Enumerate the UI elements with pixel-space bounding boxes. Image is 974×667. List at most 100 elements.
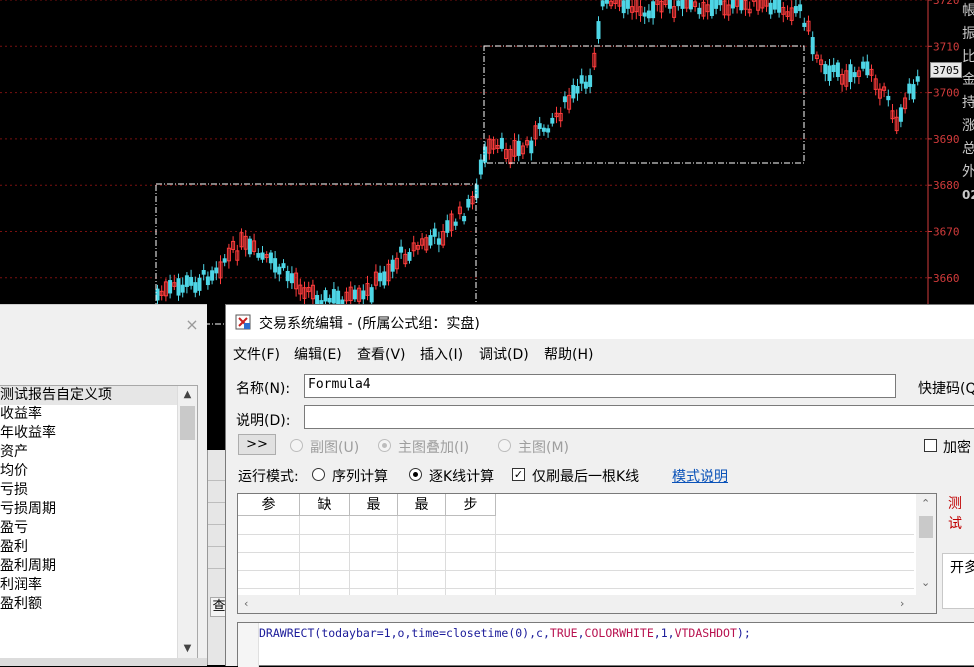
candle-body: [915, 76, 920, 82]
candle-body: [886, 95, 891, 101]
per-bar-mode-radio[interactable]: [409, 468, 422, 481]
list-item[interactable]: 利润率: [0, 576, 178, 595]
scroll-thumb[interactable]: [180, 406, 195, 440]
report-items-list[interactable]: 测试报告自定义项 收益率 年收益率 资产 均价 亏损 亏损周期 盈亏 盈利 盈利…: [0, 385, 198, 659]
menu-bar: 文件(F) 编辑(E) 查看(V) 插入(I) 调试(D) 帮助(H): [226, 341, 974, 363]
list-item[interactable]: 盈利周期: [0, 557, 178, 576]
col-divider: [445, 516, 446, 596]
candle-body: [810, 37, 815, 55]
list-item[interactable]: 盈利: [0, 538, 178, 557]
candle-body: [651, 1, 656, 19]
name-label: 名称(N):: [236, 381, 291, 397]
menu-debug[interactable]: 调试(D): [479, 344, 529, 364]
code-line[interactable]: DRAWRECT(todaybar=1,o,time=closetime(0),…: [259, 626, 751, 640]
param-header-min[interactable]: 最: [350, 494, 398, 516]
candle-body: [214, 267, 219, 274]
row-divider: [238, 534, 914, 535]
param-header-name[interactable]: 参: [238, 494, 300, 516]
candle-body: [428, 235, 433, 246]
menu-view[interactable]: 查看(V): [357, 344, 406, 364]
code-token: TRUE: [549, 626, 578, 640]
param-horizontal-scrollbar[interactable]: ‹ ›: [238, 595, 936, 613]
menu-edit[interactable]: 编辑(E): [294, 344, 342, 364]
candle-body: [600, 0, 605, 7]
candle-body: [793, 6, 798, 14]
scroll-down-icon[interactable]: ▼: [178, 640, 197, 658]
axis-tick-label: 3710: [933, 40, 960, 53]
scroll-down-icon[interactable]: ⌄: [921, 576, 930, 589]
code-token: todaybar: [321, 626, 377, 640]
info-char: 持: [962, 95, 974, 111]
main-overlay-radio[interactable]: [378, 439, 391, 452]
parameter-table[interactable]: 参 缺 最 最 步 ⌃ ⌄ ‹ ›: [237, 493, 937, 614]
formula-code-editor[interactable]: DRAWRECT(todaybar=1,o,time=closetime(0),…: [237, 622, 974, 667]
candle-body: [798, 4, 803, 12]
code-token: c: [536, 626, 543, 640]
candle-body: [688, 0, 693, 10]
candle-body: [273, 258, 278, 273]
list-item[interactable]: 盈利额: [0, 595, 178, 614]
list-item[interactable]: 亏损: [0, 481, 178, 500]
candle-body: [382, 271, 387, 286]
candle-body: [327, 297, 332, 303]
list-item[interactable]: 年收益率: [0, 424, 178, 443]
menu-help[interactable]: 帮助(H): [544, 344, 593, 364]
list-item[interactable]: 盈亏: [0, 519, 178, 538]
menu-file[interactable]: 文件(F): [233, 344, 280, 364]
last-bar-only-checkbox[interactable]: ✓: [512, 468, 525, 481]
close-button[interactable]: ×: [180, 313, 204, 337]
description-input[interactable]: [304, 405, 974, 429]
open-long-box[interactable]: 开多: [942, 553, 974, 609]
encrypt-label: 加密: [943, 440, 971, 456]
candle-body: [399, 246, 404, 253]
candle-body: [642, 12, 647, 17]
list-item[interactable]: 均价: [0, 462, 178, 481]
scroll-right-icon[interactable]: ›: [900, 597, 904, 610]
candle-body: [898, 107, 903, 122]
list-item[interactable]: 资产: [0, 443, 178, 462]
scroll-left-icon[interactable]: ‹: [244, 597, 248, 610]
candle-body: [848, 64, 853, 83]
list-item[interactable]: 亏损周期: [0, 500, 178, 519]
candle-body: [739, 0, 744, 11]
candle-body: [697, 7, 702, 15]
candle-body: [772, 0, 777, 10]
candle-body: [537, 123, 542, 130]
candle-body: [193, 282, 198, 293]
candle-body: [361, 290, 366, 300]
scroll-up-icon[interactable]: ▲: [178, 386, 197, 404]
param-header-step[interactable]: 步: [446, 494, 496, 516]
param-header-default[interactable]: 缺: [300, 494, 350, 516]
candle-body: [176, 278, 181, 296]
list-item[interactable]: 测试报告自定义项: [0, 386, 178, 405]
encrypt-checkbox[interactable]: [924, 439, 937, 452]
candle-body: [529, 140, 534, 154]
list-item[interactable]: 收益率: [0, 405, 178, 424]
sequence-mode-radio[interactable]: [312, 468, 325, 481]
code-token: VTDASHDOT: [674, 626, 737, 640]
param-vertical-scrollbar[interactable]: ⌃ ⌄: [916, 494, 936, 595]
candle-body: [911, 84, 916, 100]
chart-grid: [0, 0, 928, 279]
candle-body: [197, 277, 202, 291]
candle-body: [168, 280, 173, 294]
scroll-thumb[interactable]: [919, 516, 933, 538]
candle-body: [827, 65, 832, 81]
sub-chart-radio[interactable]: [290, 439, 303, 452]
mode-help-link[interactable]: 模式说明: [672, 466, 728, 486]
candle-body: [499, 137, 504, 149]
candle-body: [676, 0, 681, 7]
candle-body: [546, 128, 551, 133]
menu-insert[interactable]: 插入(I): [420, 344, 463, 364]
expand-button[interactable]: >>: [238, 434, 276, 455]
candle-body: [541, 127, 546, 132]
main-chart-radio[interactable]: [498, 439, 511, 452]
param-header-max[interactable]: 最: [398, 494, 446, 516]
candle-body: [596, 21, 601, 39]
candle-body: [562, 96, 567, 103]
scroll-up-icon[interactable]: ⌃: [921, 497, 930, 510]
name-input[interactable]: Formula4: [304, 374, 896, 398]
candle-body: [256, 253, 261, 258]
list-scrollbar[interactable]: ▲ ▼: [177, 386, 197, 658]
candle-body: [189, 276, 194, 286]
